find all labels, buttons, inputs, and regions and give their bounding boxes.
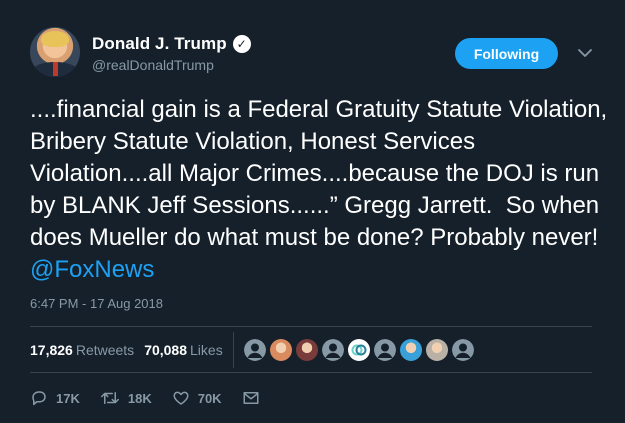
stats-separator <box>232 332 234 368</box>
retweet-icon <box>100 389 120 407</box>
likes-label[interactable]: Likes <box>190 342 223 358</box>
direct-message-icon <box>242 389 260 407</box>
profile-avatar[interactable] <box>30 27 80 77</box>
retweeter-avatar[interactable] <box>243 339 266 361</box>
author-name-row: Donald J. Trump ✓ <box>92 34 251 54</box>
engagement-stats: 17,826 Retweets 70,088 Likes <box>30 332 478 368</box>
likes-count[interactable]: 70,088 <box>144 342 187 358</box>
reply-button[interactable]: 17K <box>30 389 80 407</box>
divider-bottom <box>30 372 592 373</box>
author-display-name[interactable]: Donald J. Trump <box>92 34 227 54</box>
retweeter-avatar[interactable] <box>347 339 370 361</box>
author-handle[interactable]: @realDonaldTrump <box>92 57 214 73</box>
retweeter-avatar[interactable] <box>399 339 422 361</box>
following-button[interactable]: Following <box>455 38 558 69</box>
reply-icon <box>30 389 48 407</box>
tweet-timestamp[interactable]: 6:47 PM - 17 Aug 2018 <box>30 296 163 311</box>
tweet-actions: 17K 18K 70K <box>30 385 280 411</box>
retweets-label[interactable]: Retweets <box>76 342 134 358</box>
retweet-count: 18K <box>127 390 152 406</box>
tweet-card: Donald J. Trump ✓ @realDonaldTrump Follo… <box>0 0 625 423</box>
like-icon <box>172 389 190 407</box>
mention-link[interactable]: @FoxNews <box>30 256 154 283</box>
divider-top <box>30 326 592 327</box>
reply-count: 17K <box>56 390 80 406</box>
tweet-text: ....financial gain is a Federal Gratuity… <box>30 94 610 286</box>
direct-message-button[interactable] <box>242 389 260 407</box>
retweeter-avatars <box>243 339 478 361</box>
retweets-count[interactable]: 17,826 <box>30 342 73 358</box>
chevron-down-icon[interactable] <box>577 45 593 61</box>
retweeter-avatar[interactable] <box>451 339 474 361</box>
retweeter-avatar[interactable] <box>425 339 448 361</box>
like-button[interactable]: 70K <box>172 389 222 407</box>
retweeter-avatar[interactable] <box>269 339 292 361</box>
verified-badge-icon: ✓ <box>232 35 251 53</box>
like-count: 70K <box>197 390 222 406</box>
retweet-button[interactable]: 18K <box>100 389 152 407</box>
retweeter-avatar[interactable] <box>295 339 318 361</box>
tweet-body: ....financial gain is a Federal Gratuity… <box>30 96 614 251</box>
retweeter-avatar[interactable] <box>373 339 396 361</box>
retweeter-avatar[interactable] <box>321 339 344 361</box>
